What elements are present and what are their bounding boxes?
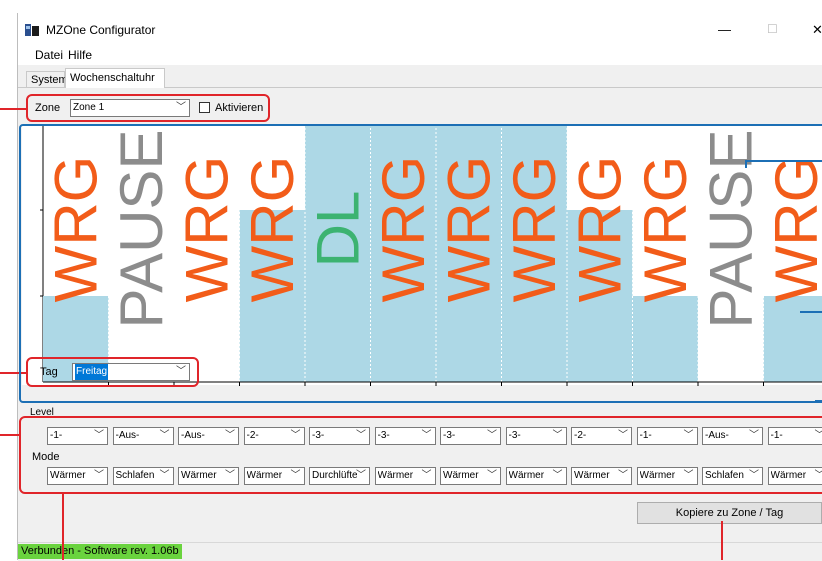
copy-to-zone-day-button[interactable]: Kopiere zu Zone / Tag xyxy=(637,502,822,524)
menu-bar xyxy=(18,45,822,65)
maximize-button[interactable]: ☐ xyxy=(767,22,778,36)
minimize-button[interactable]: — xyxy=(718,22,731,37)
app-icon xyxy=(25,24,39,36)
annotation-chart-line-3 xyxy=(815,400,822,402)
close-button[interactable]: ✕ xyxy=(812,22,822,38)
annotation-level-mode-box xyxy=(19,416,822,494)
annotation-zone-box xyxy=(26,94,270,122)
window-title: MZOne Configurator xyxy=(46,23,155,37)
connection-status: Verbunden - Software rev. 1.06b xyxy=(18,544,182,559)
tab-wochenschaltuhr[interactable]: Wochenschaltuhr xyxy=(65,68,165,88)
annotation-chart-line-1 xyxy=(745,160,822,162)
annotation-zone-line xyxy=(0,108,27,110)
annotation-button-line xyxy=(721,521,723,560)
tab-system[interactable]: System xyxy=(26,71,65,87)
annotation-chart-line-1b xyxy=(745,160,747,168)
menu-hilfe[interactable]: Hilfe xyxy=(68,48,92,62)
annotation-mode-line xyxy=(62,492,64,560)
annotation-chart-line-2 xyxy=(800,311,822,313)
annotation-level-line xyxy=(0,434,20,436)
annotation-chart-box xyxy=(19,124,822,403)
menu-datei[interactable]: Datei xyxy=(35,48,63,62)
